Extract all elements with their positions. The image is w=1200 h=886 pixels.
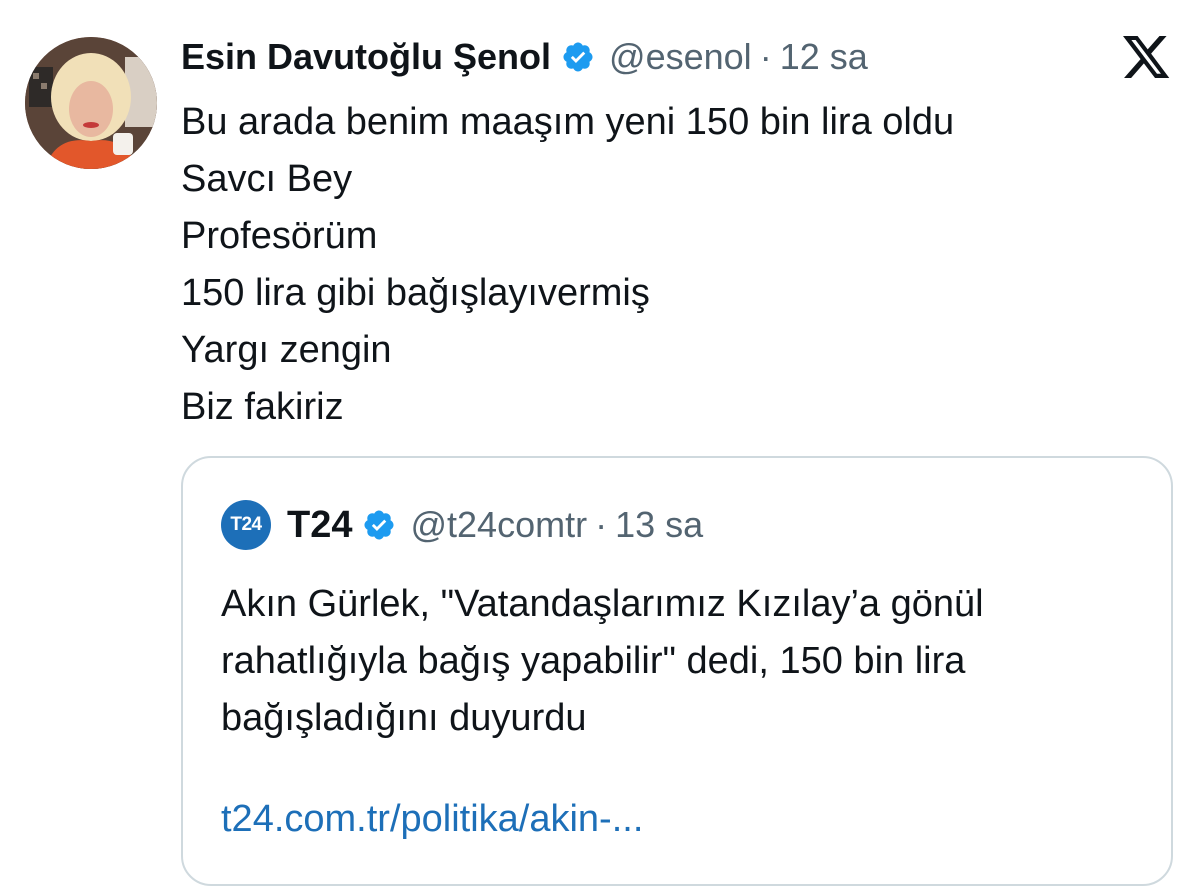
tweet-text-line: 150 lira gibi bağışlayıvermiş [181, 272, 650, 314]
x-logo-icon[interactable] [1123, 36, 1171, 80]
avatar-image [25, 37, 157, 169]
separator-dot: · [595, 504, 608, 545]
separator-dot: · [759, 36, 772, 77]
quoted-tweet-link[interactable]: t24.com.tr/politika/akin-... [221, 798, 643, 841]
quoted-display-name[interactable]: T24 [287, 504, 352, 547]
quoted-tweet-text: Akın Gürlek, "Vatandaşlarımız Kızılay’a … [221, 583, 984, 739]
user-handle[interactable]: @esenol [609, 36, 752, 78]
avatar[interactable] [25, 37, 157, 169]
verified-badge-icon [561, 40, 595, 74]
display-name[interactable]: Esin Davutoğlu Şenol [181, 36, 551, 78]
tweet-text-line: Yargı zengin [181, 329, 392, 371]
tweet-timestamp[interactable]: 12 sa [780, 36, 868, 78]
quoted-tweet[interactable]: T24 T24 @t24comtr · 13 sa Akın Gürlek, "… [181, 456, 1173, 886]
quoted-user-handle[interactable]: @t24comtr [410, 504, 587, 546]
quoted-tweet-timestamp[interactable]: 13 sa [615, 504, 703, 546]
tweet-text-line: Bu arada benim maaşım yeni 150 bin lira … [181, 101, 955, 143]
tweet-text-line: Biz fakiriz [181, 386, 344, 428]
tweet-header: Esin Davutoğlu Şenol @esenol · 12 sa [181, 34, 868, 80]
tweet-text-line: Savcı Bey [181, 158, 353, 200]
quoted-avatar[interactable]: T24 [221, 500, 271, 550]
quoted-tweet-header: T24 T24 @t24comtr · 13 sa [221, 500, 703, 550]
verified-badge-icon [362, 508, 396, 542]
tweet-text-line: Profesörüm [181, 215, 378, 257]
tweet-text: Bu arada benim maaşım yeni 150 bin lira … [181, 94, 954, 436]
